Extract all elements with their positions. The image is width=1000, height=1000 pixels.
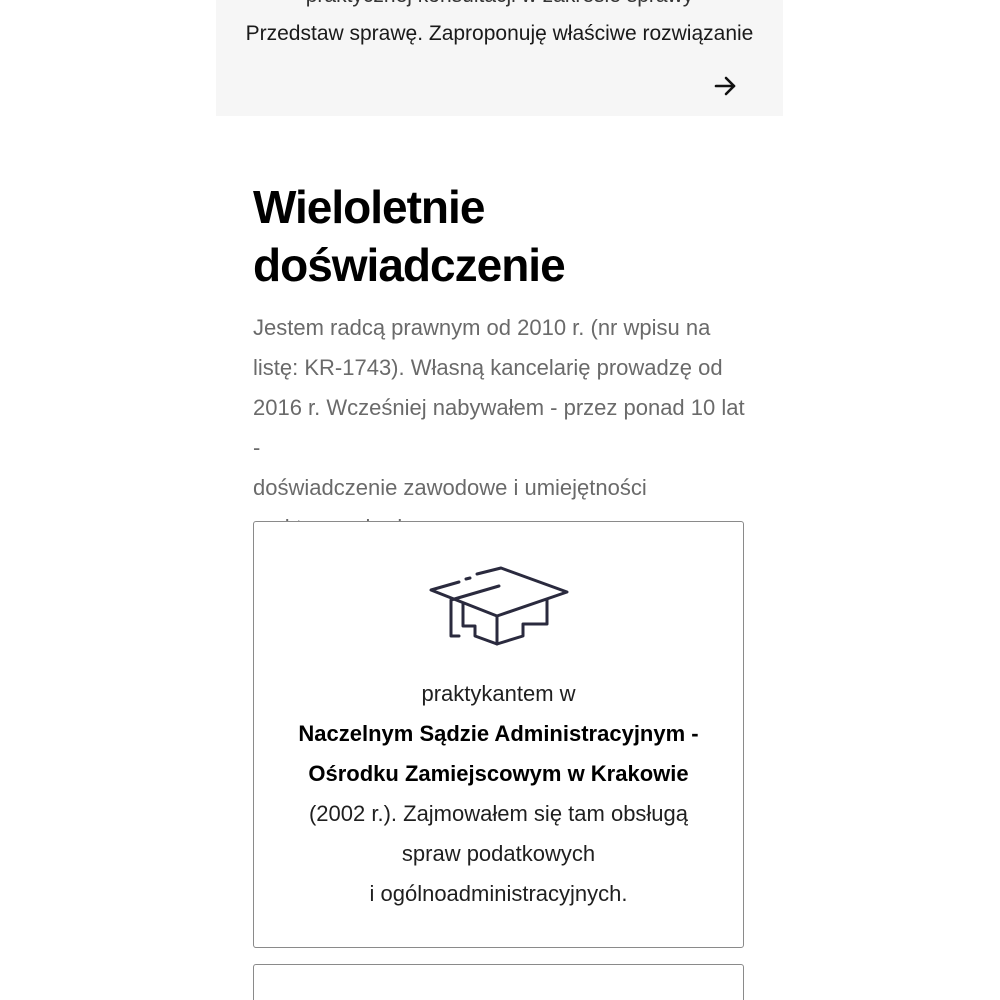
experience-card-next (253, 964, 744, 1000)
card-line: i ogólnoadministracyjnych. (369, 881, 628, 906)
intro-line: listę: KR-1743). Własną kancelarię prowa… (253, 355, 723, 380)
card-line: (2002 r.). Zajmowałem się tam obsługą (308, 801, 689, 826)
arrow-right-icon[interactable] (713, 74, 739, 98)
page: praktycznej konsultacji w zakresie spraw… (0, 0, 1000, 1000)
intro-line: doświadczenie zawodowe i umiejętności (253, 475, 647, 500)
heading-line-1: Wieloletnie (253, 181, 485, 233)
intro-line: 2016 r. Wcześniej nabywałem - przez pona… (253, 395, 745, 460)
card-line: spraw podatkowych (401, 841, 596, 866)
card-institution: Naczelnym Sądzie Administracyjnym - (298, 721, 699, 746)
intro-paragraph: Jestem radcą prawnym od 2010 r. (nr wpis… (253, 308, 753, 548)
cta-text: Przedstaw sprawę. Zaproponuję właściwe r… (245, 22, 754, 45)
consultation-cta[interactable]: praktycznej konsultacji w zakresie spraw… (216, 0, 783, 116)
section-heading: Wieloletnie doświadczenie (253, 178, 773, 294)
cta-partial-text: praktycznej konsultacji w zakresie spraw… (216, 0, 783, 8)
intro-line: Jestem radcą prawnym od 2010 r. (nr wpis… (253, 315, 711, 340)
experience-card: praktykantem w Naczelnym Sądzie Administ… (253, 521, 744, 948)
graduation-cap-icon (429, 566, 569, 646)
card-line: praktykantem w (421, 681, 576, 706)
card-institution-branch: Ośrodku Zamiejscowym w Krakowie (308, 761, 689, 786)
heading-line-2: doświadczenie (253, 239, 566, 291)
card-description: praktykantem w Naczelnym Sądzie Administ… (274, 674, 723, 914)
